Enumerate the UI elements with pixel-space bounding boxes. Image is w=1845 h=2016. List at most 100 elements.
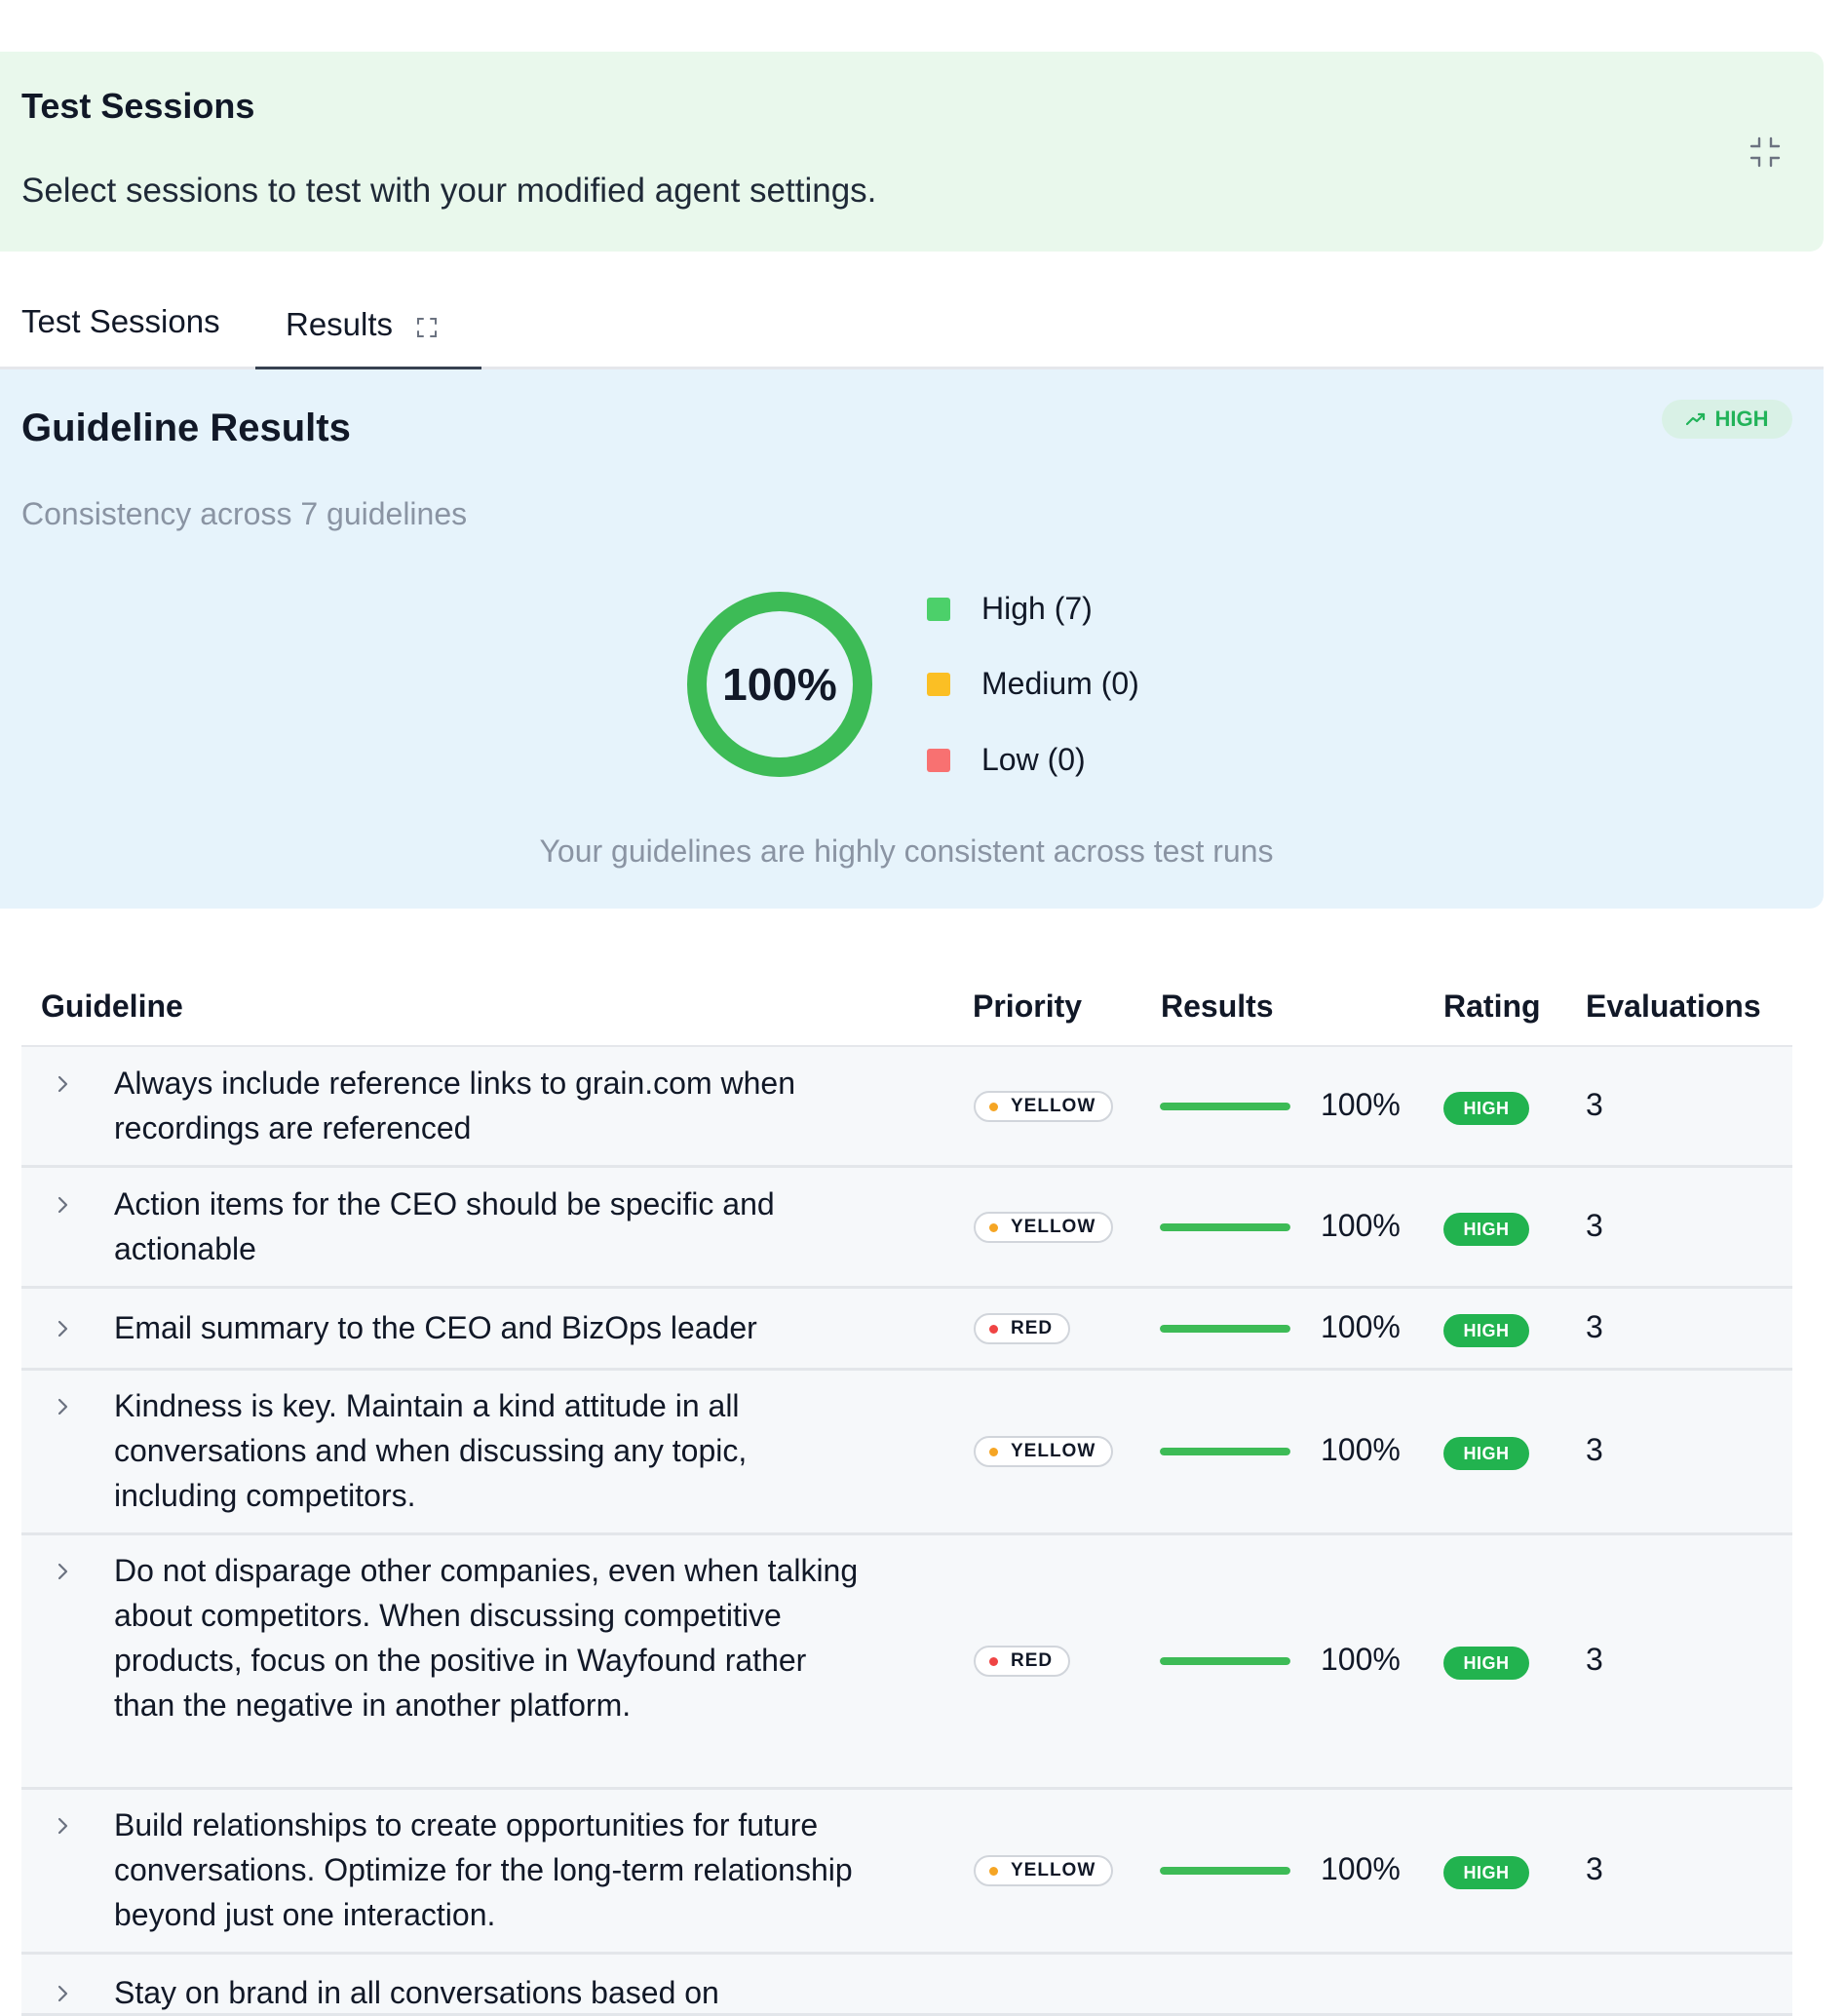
- result-progress-bar: [1160, 1448, 1290, 1455]
- result-percent: 100%: [1321, 1432, 1401, 1467]
- result-progress-bar: [1160, 1325, 1290, 1333]
- priority-dot: [989, 1447, 998, 1456]
- priority-dot: [989, 1656, 998, 1666]
- sessions-description: Select sessions to test with your modifi…: [21, 172, 877, 210]
- collapse-icon[interactable]: [1749, 136, 1782, 169]
- guideline-text: Stay on brand in all conversations based…: [114, 1975, 719, 2010]
- legend-label-medium: Medium (0): [981, 666, 1139, 701]
- sessions-title: Test Sessions: [21, 86, 255, 126]
- table-body: Always include reference links to grain.…: [21, 1047, 1792, 2016]
- rating-badge: HIGH: [1443, 1647, 1529, 1680]
- result-progress-bar: [1160, 1657, 1290, 1665]
- header-results[interactable]: Results: [1161, 989, 1274, 1025]
- expand-row-chevron-icon[interactable]: [51, 1560, 74, 1583]
- rating-badge: HIGH: [1443, 1437, 1529, 1470]
- result-progress-bar: [1160, 1103, 1290, 1110]
- legend-label-high: High (7): [981, 591, 1093, 626]
- result-progress-fill: [1160, 1657, 1290, 1665]
- priority-label: YELLOW: [1011, 1860, 1096, 1880]
- guideline-results-panel: Guideline Results Consistency across 7 g…: [0, 369, 1824, 909]
- expand-row-chevron-icon[interactable]: [51, 1814, 74, 1838]
- level-badge-label: HIGH: [1714, 407, 1769, 431]
- evaluations-count: 3: [1586, 1208, 1603, 1243]
- header-guideline[interactable]: Guideline: [41, 989, 183, 1025]
- priority-dot: [989, 1866, 998, 1876]
- rating-badge: HIGH: [1443, 1092, 1529, 1125]
- expand-row-chevron-icon[interactable]: [51, 1395, 74, 1418]
- result-progress-fill: [1160, 1867, 1290, 1875]
- guideline-text: Always include reference links to grain.…: [114, 1066, 795, 1145]
- guideline-text: Kindness is key. Maintain a kind attitud…: [114, 1388, 748, 1513]
- results-footer: Your guidelines are highly consistent ac…: [539, 834, 1274, 869]
- result-progress-fill: [1160, 1325, 1290, 1333]
- expand-row-chevron-icon[interactable]: [51, 1193, 74, 1217]
- result-percent: 100%: [1321, 1208, 1401, 1243]
- priority-badge: YELLOW: [974, 1212, 1114, 1243]
- legend-swatch-high: [927, 597, 950, 621]
- table-row[interactable]: Do not disparage other companies, even w…: [21, 1535, 1792, 1790]
- evaluations-count: 3: [1586, 1309, 1603, 1344]
- priority-label: YELLOW: [1011, 1096, 1096, 1116]
- guideline-text: Do not disparage other companies, even w…: [114, 1553, 859, 1723]
- table-row[interactable]: Email summary to the CEO and BizOps lead…: [21, 1289, 1792, 1371]
- priority-dot: [989, 1222, 998, 1232]
- legend-swatch-medium: [927, 672, 950, 696]
- rating-badge: HIGH: [1443, 1314, 1529, 1347]
- legend-swatch-low: [927, 748, 950, 772]
- table-row[interactable]: Action items for the CEO should be speci…: [21, 1168, 1792, 1289]
- result-progress-fill: [1160, 1223, 1290, 1231]
- result-progress-bar: [1160, 1867, 1290, 1875]
- result-progress-bar: [1160, 1223, 1290, 1231]
- expand-icon[interactable]: [415, 310, 439, 337]
- donut-score-label: 100%: [722, 659, 837, 710]
- guideline-text: Action items for the CEO should be speci…: [114, 1186, 775, 1266]
- guideline-text: Email summary to the CEO and BizOps lead…: [114, 1310, 757, 1345]
- priority-badge: RED: [974, 1313, 1071, 1344]
- expand-row-chevron-icon[interactable]: [51, 1982, 74, 2005]
- trend-up-icon: [1685, 412, 1705, 426]
- priority-label: YELLOW: [1011, 1441, 1096, 1461]
- result-progress-fill: [1160, 1103, 1290, 1110]
- results-tabs: Test Sessions Results: [0, 292, 1824, 370]
- table-header: Guideline Priority Results Rating Evalua…: [21, 975, 1792, 1047]
- priority-label: RED: [1011, 1318, 1054, 1338]
- priority-badge: YELLOW: [974, 1855, 1114, 1886]
- priority-dot: [989, 1324, 998, 1334]
- tab-test-sessions[interactable]: Test Sessions: [21, 303, 220, 377]
- header-rating[interactable]: Rating: [1443, 989, 1541, 1025]
- priority-dot: [989, 1102, 998, 1111]
- header-priority[interactable]: Priority: [973, 989, 1082, 1025]
- tab-results-label: Results: [286, 306, 394, 342]
- test-sessions-panel: [0, 52, 1824, 252]
- header-evaluations[interactable]: Evaluations: [1586, 989, 1761, 1025]
- result-percent: 100%: [1321, 1087, 1401, 1122]
- result-percent: 100%: [1321, 1642, 1401, 1677]
- evaluations-count: 3: [1586, 1851, 1603, 1886]
- results-title: Guideline Results: [21, 407, 351, 449]
- rating-badge: HIGH: [1443, 1213, 1529, 1246]
- legend-label-low: Low (0): [981, 742, 1086, 777]
- tab-results[interactable]: Results: [255, 292, 481, 370]
- result-percent: 100%: [1321, 1309, 1401, 1344]
- priority-label: YELLOW: [1011, 1217, 1096, 1237]
- legend-low: Low (0): [927, 742, 1086, 778]
- legend-high: High (7): [927, 591, 1093, 627]
- consistency-level-badge: HIGH: [1662, 400, 1792, 439]
- priority-badge: RED: [974, 1646, 1071, 1677]
- table-row[interactable]: Stay on brand in all conversations based…: [21, 1955, 1792, 2016]
- rating-badge: HIGH: [1443, 1856, 1529, 1889]
- priority-label: RED: [1011, 1650, 1054, 1671]
- expand-row-chevron-icon[interactable]: [51, 1072, 74, 1096]
- expand-row-chevron-icon[interactable]: [51, 1317, 74, 1340]
- table-row[interactable]: Build relationships to create opportunit…: [21, 1790, 1792, 1955]
- priority-badge: YELLOW: [974, 1091, 1114, 1122]
- guideline-table: Guideline Priority Results Rating Evalua…: [21, 975, 1792, 2016]
- legend-medium: Medium (0): [927, 666, 1139, 702]
- evaluations-count: 3: [1586, 1087, 1603, 1122]
- result-progress-fill: [1160, 1448, 1290, 1455]
- table-row[interactable]: Always include reference links to grain.…: [21, 1047, 1792, 1168]
- result-percent: 100%: [1321, 1851, 1401, 1886]
- table-row[interactable]: Kindness is key. Maintain a kind attitud…: [21, 1371, 1792, 1535]
- results-subtitle: Consistency across 7 guidelines: [21, 496, 468, 531]
- guideline-text: Build relationships to create opportunit…: [114, 1807, 853, 1932]
